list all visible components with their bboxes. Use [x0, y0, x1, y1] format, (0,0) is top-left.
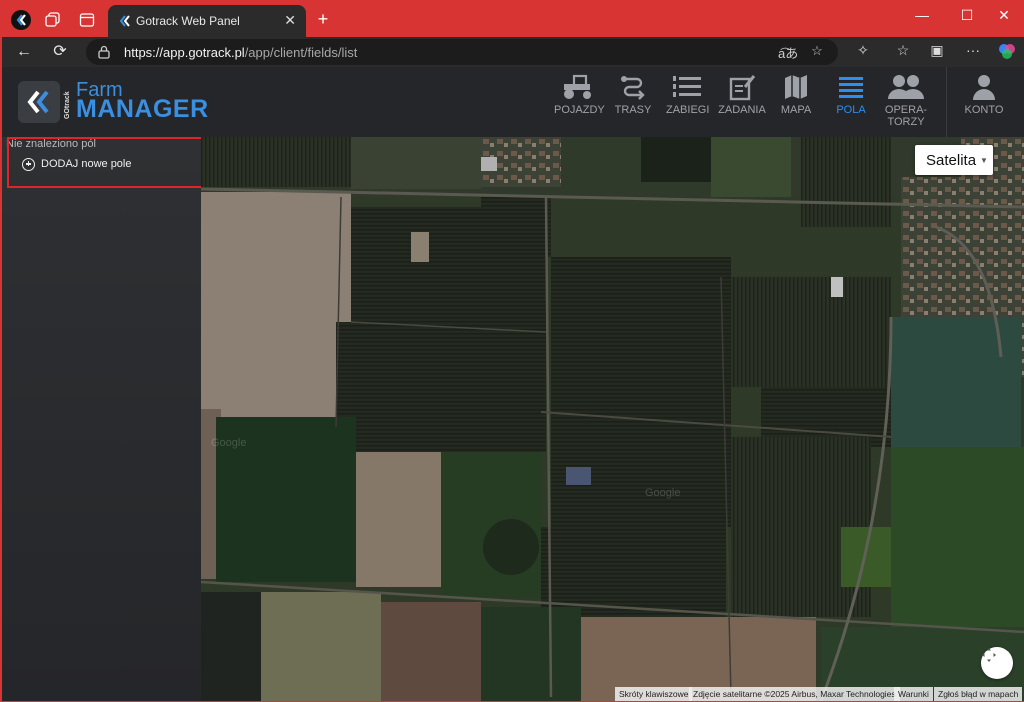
nav-pojazdy[interactable]: POJAZDY [554, 73, 605, 133]
browser-window: Gotrack Web Panel ✕ + — ☐ ✕ ← ⟳ https://… [1, 0, 1024, 701]
task-icon [729, 75, 756, 101]
url-text: https://app.gotrack.pl/app/client/fields… [124, 45, 358, 60]
browser-tab-active[interactable]: Gotrack Web Panel ✕ [108, 5, 306, 37]
nav-zadania[interactable]: ZADANIA [718, 73, 766, 133]
imagery-attribution: Zdjęcie satelitarne ©2025 Airbus, Maxar … [689, 687, 900, 701]
logo-brand-small: GOtrack [64, 91, 71, 119]
logo-mark-icon[interactable] [18, 81, 60, 123]
fullscreen-button[interactable] [981, 647, 1013, 679]
maximize-button[interactable]: ☐ [947, 7, 987, 24]
more-menu-icon[interactable]: ··· [962, 42, 984, 58]
map-type-button[interactable]: Satelita ▼ [915, 145, 993, 175]
header-separator [946, 67, 947, 137]
new-tab-button[interactable]: + [312, 9, 334, 31]
map-watermark: Google [211, 437, 247, 449]
farm-manager-app: GOtrack Farm MANAGER POJAZDY TRASY ZABIE… [2, 67, 1024, 701]
list-icon [673, 76, 701, 97]
add-circle-icon [22, 157, 35, 171]
fullscreen-icon [982, 648, 996, 662]
copilot-icon[interactable] [996, 42, 1018, 63]
nav-pola[interactable]: POLA [834, 73, 868, 133]
back-button[interactable]: ← [12, 41, 36, 63]
collections-icon[interactable]: ▣ [926, 42, 948, 59]
nav-mapa[interactable]: MAPA [778, 73, 814, 133]
browser-profile-icon[interactable] [10, 9, 32, 31]
tractor-icon [564, 74, 591, 99]
nav-zabiegi[interactable]: ZABIEGI [666, 73, 709, 133]
tab-bar: Gotrack Web Panel ✕ + — ☐ ✕ [2, 1, 1024, 37]
address-toolbar: ← ⟳ https://app.gotrack.pl/app/client/fi… [2, 37, 1024, 67]
favorite-star-icon[interactable]: ☆ [808, 43, 826, 59]
app-header: GOtrack Farm MANAGER POJAZDY TRASY ZABIE… [2, 67, 1024, 137]
gotrack-favicon-icon [119, 15, 130, 27]
report-map-error-link[interactable]: Zgłoś błąd w mapach [934, 687, 1023, 701]
map-watermark-2: Google [645, 487, 681, 499]
add-field-button[interactable]: DODAJ nowe pole [22, 156, 132, 172]
address-bar[interactable]: https://app.gotrack.pl/app/client/fields… [86, 39, 838, 65]
nav-trasy[interactable]: TRASY [614, 73, 652, 133]
close-window-button[interactable]: ✕ [984, 7, 1024, 24]
no-fields-message: Nie znaleziono pól [6, 138, 96, 150]
lock-icon[interactable] [98, 45, 110, 59]
operators-icon [888, 75, 924, 99]
workspaces-icon[interactable] [42, 9, 64, 31]
chevron-down-icon: ▼ [980, 155, 988, 165]
fields-sidebar: Nie znaleziono pól DODAJ nowe pole [2, 137, 201, 701]
tab-close-icon[interactable]: ✕ [284, 12, 296, 29]
keyboard-shortcuts-link[interactable]: Skróty klawiszowe [615, 687, 693, 701]
route-icon [621, 76, 645, 100]
fields-icon [839, 77, 863, 98]
add-field-label: DODAJ nowe pole [41, 158, 132, 170]
read-aloud-icon[interactable]: a͡あ [778, 43, 798, 62]
satellite-map[interactable]: Google Google Satelita ▼ Skróty klawiszow… [201, 137, 1024, 701]
logo-manager-text: MANAGER [76, 95, 209, 123]
extensions-icon[interactable]: ✧ [852, 42, 874, 59]
nav-konto[interactable]: KONTO [962, 73, 1006, 133]
map-icon [785, 75, 807, 99]
tab-actions-icon[interactable] [76, 9, 98, 31]
account-icon [973, 75, 995, 100]
tab-title: Gotrack Web Panel [136, 14, 240, 28]
favorites-icon[interactable]: ☆ [892, 42, 914, 59]
terms-link[interactable]: Warunki [894, 687, 933, 701]
nav-operatorzy[interactable]: OPERA- TORZY [882, 73, 930, 133]
minimize-button[interactable]: — [902, 7, 942, 23]
satellite-imagery [201, 137, 1024, 701]
refresh-button[interactable]: ⟳ [48, 41, 72, 63]
